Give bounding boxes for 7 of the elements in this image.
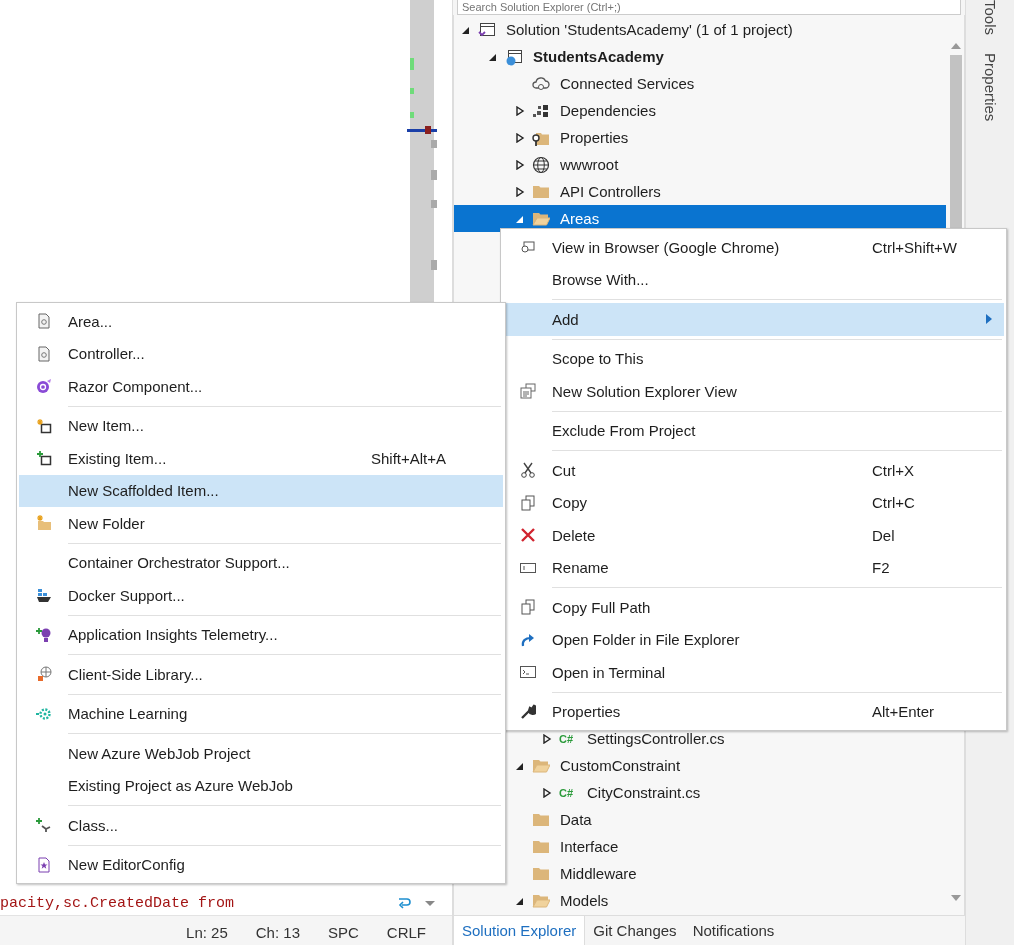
code-line: pacity,sc.CreatedDate from [0,894,236,912]
status-text: Ch: 13 [255,924,300,941]
file-type-label: C# [559,786,575,799]
status-text: SPC [328,924,359,941]
status-text: Ln: 25 [186,924,228,941]
status-text: CRLF [386,924,426,941]
file-type-label: C# [559,732,575,745]
